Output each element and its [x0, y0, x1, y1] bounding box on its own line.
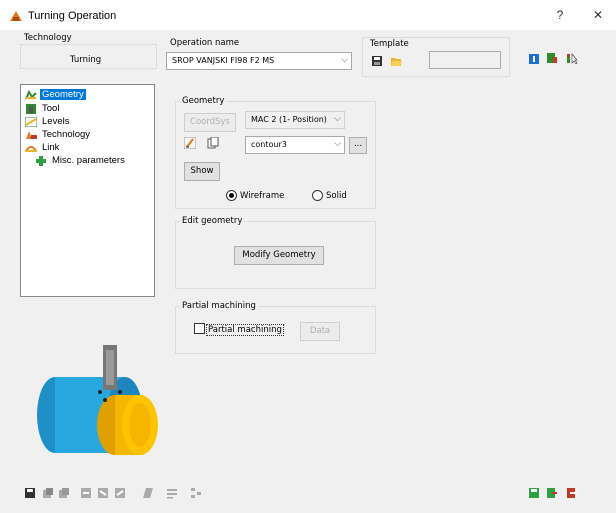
save-and-exit-icon[interactable] — [546, 487, 558, 499]
close-button[interactable]: ✕ — [586, 8, 610, 26]
list-icon[interactable] — [166, 487, 178, 499]
tree-item-levels[interactable]: Levels — [25, 116, 71, 129]
info-icon[interactable] — [528, 53, 540, 65]
help-button[interactable]: ? — [548, 8, 572, 26]
show-button[interactable]: Show — [184, 162, 220, 181]
tree-item-technology[interactable]: Technology — [25, 129, 92, 142]
tree-item-tool[interactable]: Tool — [25, 103, 61, 116]
parameters-tree: Geometry Tool Levels Technology Link Mis… — [20, 84, 155, 297]
wireframe-radio[interactable] — [226, 190, 237, 201]
technology-value: Turning — [70, 55, 102, 65]
save-copy-icon[interactable] — [42, 487, 54, 499]
coordsys-button[interactable]: CoordSys — [184, 113, 236, 132]
browse-contour-button[interactable]: ... — [349, 137, 367, 154]
partial-machining-title: Partial machining — [180, 301, 258, 311]
exit-icon[interactable] — [566, 487, 578, 499]
link-icon — [25, 145, 37, 152]
mac-combo[interactable]: MAC 2 (1- Position) ⌵ — [245, 111, 345, 129]
tree-item-geometry[interactable]: Geometry — [25, 89, 86, 102]
bottom-toolbar — [0, 478, 616, 513]
operation-name-value: SROP VANJSKI FI98 F2 MS — [172, 56, 275, 65]
solid-radio[interactable] — [312, 190, 323, 201]
tree-view-icon[interactable] — [190, 487, 202, 499]
template-label: Template — [370, 39, 409, 49]
pick-geometry-icon[interactable] — [184, 137, 196, 149]
geometry-icon — [25, 89, 37, 99]
contour-value: contour3 — [251, 140, 287, 149]
levels-icon — [25, 116, 37, 127]
save-as-icon[interactable] — [58, 487, 70, 499]
modify-geometry-button[interactable]: Modify Geometry — [234, 246, 324, 265]
pointer-icon[interactable] — [566, 52, 578, 64]
save-icon[interactable] — [24, 487, 36, 499]
solid-label: Solid — [326, 191, 347, 201]
wireframe-label: Wireframe — [240, 191, 285, 201]
plus-icon — [36, 155, 46, 166]
tool-icon — [26, 103, 36, 114]
operation-name-combo[interactable]: SROP VANJSKI FI98 F2 MS ⌵ — [166, 52, 352, 70]
mac-value: MAC 2 (1- Position) — [251, 115, 327, 124]
simulate-icon[interactable] — [114, 487, 126, 499]
template-field[interactable] — [429, 51, 501, 69]
geometry-section-title: Geometry — [180, 96, 227, 106]
chevron-down-icon: ⌵ — [334, 139, 341, 149]
data-button[interactable]: Data — [300, 322, 340, 341]
edit-geometry-title: Edit geometry — [180, 216, 245, 226]
copy-geometry-icon[interactable] — [207, 137, 219, 149]
tree-item-link[interactable]: Link — [25, 142, 61, 155]
window-title: Turning Operation — [28, 10, 117, 22]
calculate-all-icon[interactable] — [97, 487, 109, 499]
open-template-icon[interactable] — [390, 55, 402, 67]
partial-machining-checkbox[interactable] — [194, 323, 205, 334]
technology-label: Technology — [24, 33, 72, 43]
save-and-calculate-icon[interactable] — [528, 487, 540, 499]
calculate-icon[interactable] — [80, 487, 92, 499]
save-template-icon[interactable] — [371, 55, 383, 67]
tree-item-misc-parameters[interactable]: Misc. parameters — [35, 155, 127, 168]
technology-icon — [26, 130, 37, 139]
chevron-down-icon: ⌵ — [334, 114, 341, 124]
toolpath-icon[interactable] — [142, 487, 154, 499]
part-preview-image — [37, 345, 158, 455]
title-bar: Turning Operation ? ✕ — [0, 0, 616, 30]
operation-name-label: Operation name — [170, 38, 240, 48]
chevron-down-icon: ⌵ — [341, 55, 348, 65]
turning-operation-window: Turning Operation ? ✕ Technology Turning… — [0, 0, 616, 513]
export-icon[interactable] — [546, 52, 558, 64]
contour-combo[interactable]: contour3 ⌵ — [245, 136, 345, 154]
partial-machining-checkbox-label[interactable]: Partial machining — [206, 324, 284, 336]
turning-app-icon — [10, 11, 22, 21]
